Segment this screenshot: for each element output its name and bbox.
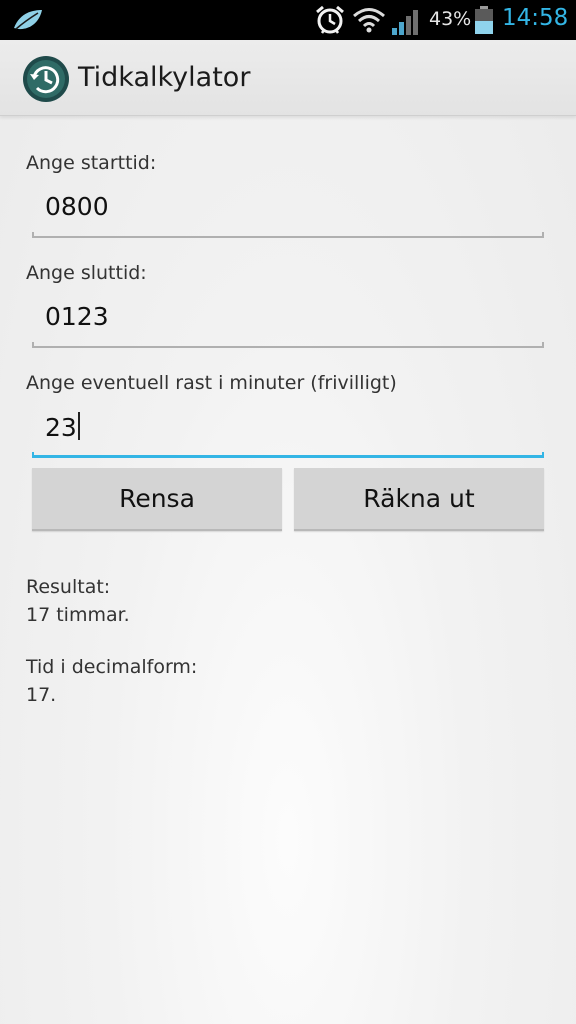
decimal-value: 17.	[26, 684, 57, 706]
start-time-label: Ange starttid:	[26, 152, 157, 174]
end-time-value: 0123	[45, 302, 109, 331]
clear-button[interactable]: Rensa	[32, 468, 282, 531]
break-label: Ange eventuell rast i minuter (frivillig…	[26, 372, 397, 394]
result-label: Resultat:	[26, 576, 111, 598]
result-value: 17 timmar.	[26, 604, 130, 626]
end-time-label: Ange sluttid:	[26, 262, 147, 284]
start-time-value: 0800	[45, 192, 109, 221]
battery-icon	[475, 6, 493, 34]
text-cursor	[77, 412, 80, 440]
end-time-underline	[32, 342, 544, 348]
action-bar: Tidkalkylator	[0, 40, 576, 116]
signal-icon	[392, 10, 418, 35]
app-title: Tidkalkylator	[78, 62, 251, 93]
break-minutes-field[interactable]: 23	[32, 406, 544, 458]
decimal-label: Tid i decimalform:	[26, 656, 198, 678]
decimal-block: Tid i decimalform: 17.	[26, 653, 197, 709]
calculate-button[interactable]: Räkna ut	[294, 468, 544, 531]
break-minutes-value: 23	[45, 412, 80, 442]
history-clock-icon[interactable]	[22, 55, 70, 103]
end-time-field[interactable]: 0123	[32, 296, 544, 348]
start-time-underline	[32, 232, 544, 238]
battery-percent: 43%	[429, 8, 472, 30]
status-clock: 14:58	[502, 5, 569, 31]
alarm-icon	[316, 5, 344, 34]
status-bar: 43% 14:58	[0, 0, 576, 40]
result-block: Resultat: 17 timmar.	[26, 573, 130, 629]
break-minutes-underline	[32, 452, 544, 458]
leaf-icon	[14, 10, 42, 30]
start-time-field[interactable]: 0800	[32, 186, 544, 238]
wifi-icon	[353, 8, 385, 33]
